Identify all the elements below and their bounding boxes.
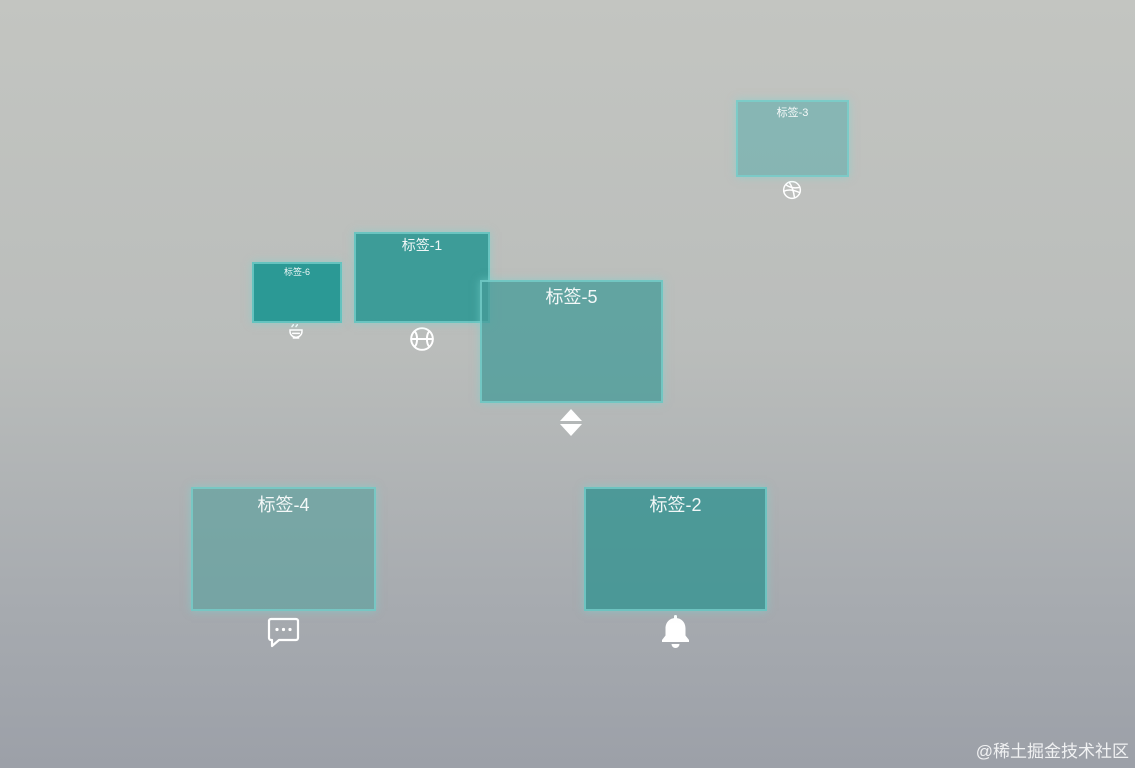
tag-card-6[interactable]: 标签-6 [252,262,342,323]
tag-card-3[interactable]: 标签-3 [736,100,849,177]
tag-card-5[interactable]: 标签-5 [480,280,663,403]
tag-card-4[interactable]: 标签-4 [191,487,376,611]
tag-card-1[interactable]: 标签-1 [354,232,490,323]
bell-icon[interactable] [659,614,692,649]
baseball-icon[interactable] [409,326,435,352]
tag-card-label: 标签-6 [283,267,310,277]
tag-card-label: 标签-1 [401,237,443,253]
tag-card-label: 标签-4 [257,495,310,515]
sort-updown-icon[interactable] [559,408,583,437]
tag-card-label: 标签-2 [649,495,702,515]
watermark: @稀土掘金技术社区 [975,742,1129,761]
tag-card-2[interactable]: 标签-2 [584,487,767,611]
tag-card-label: 标签-3 [776,107,809,119]
bowl-icon[interactable] [288,324,304,340]
chat-message-icon[interactable] [267,616,300,648]
dribbble-ball-icon[interactable] [782,180,802,200]
tag-card-label: 标签-5 [545,287,598,307]
